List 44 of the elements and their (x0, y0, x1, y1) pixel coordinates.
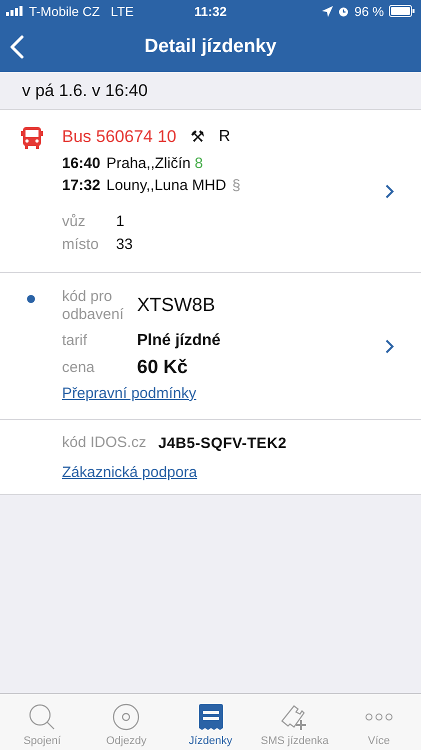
signal-icon (6, 6, 24, 16)
screen-title: Detail jízdenky (144, 36, 276, 58)
more-icon (364, 713, 393, 721)
bus-icon (21, 127, 43, 149)
stop-name: Praha,,Zličín (106, 154, 191, 172)
tab[interactable]: Jízdenky (168, 694, 253, 750)
network-type: LTE (110, 4, 134, 18)
disc-icon (112, 703, 140, 731)
stop-name: Louny,,Luna MHD (106, 176, 226, 194)
carrier-name: T-Mobile CZ (29, 4, 100, 18)
stop-time: 17:32 (62, 176, 100, 194)
detail-value: 33 (116, 236, 133, 253)
note-symbol: § (232, 176, 241, 194)
location-arrow-icon (322, 6, 334, 16)
field-label: cena (62, 358, 96, 376)
service-symbol: ⚒ (190, 128, 205, 147)
platform-number: 8 (194, 154, 203, 172)
bus-line-number: Bus 560674 10 (62, 127, 176, 147)
field-value: XTSW8B (137, 295, 216, 317)
ticket-icon (198, 703, 224, 731)
alarm-clock-icon (338, 6, 350, 16)
idos-code: J4B5-SQFV-TEK2 (158, 434, 287, 452)
detail-value: 1 (116, 213, 124, 230)
terms-link[interactable]: Přepravní podmínky (62, 385, 196, 402)
chevron-right-icon (385, 339, 394, 354)
field-value: Plné jízdné (137, 332, 221, 350)
chevron-right-icon (385, 184, 394, 199)
field-label: kód pro odbavení (62, 288, 125, 324)
stop-time: 16:40 (62, 154, 100, 172)
support-link[interactable]: Zákaznická podpora (62, 464, 198, 481)
search-icon (28, 703, 56, 731)
battery-percent: 96 % (354, 4, 384, 18)
connection-card[interactable]: Bus 560674 10 ⚒ R 16:40 Praha,,Zličín 8 17:32 Louny,,Luna MHD § vůz 1 místo 33 (0, 110, 421, 273)
battery-icon (389, 5, 415, 17)
idos-code-label: kód IDOS.cz (62, 434, 146, 452)
clock-time: 11:32 (194, 4, 227, 18)
back-chevron-icon[interactable] (10, 35, 24, 59)
detail-label: místo (62, 236, 100, 253)
detail-label: vůz (62, 213, 86, 230)
field-label: tarif (62, 332, 88, 350)
bullet-icon (27, 295, 35, 303)
service-symbol: R (218, 128, 230, 146)
field-value: 60 Kč (137, 356, 188, 378)
departure-date: v pá 1.6. v 16:40 (22, 80, 148, 100)
